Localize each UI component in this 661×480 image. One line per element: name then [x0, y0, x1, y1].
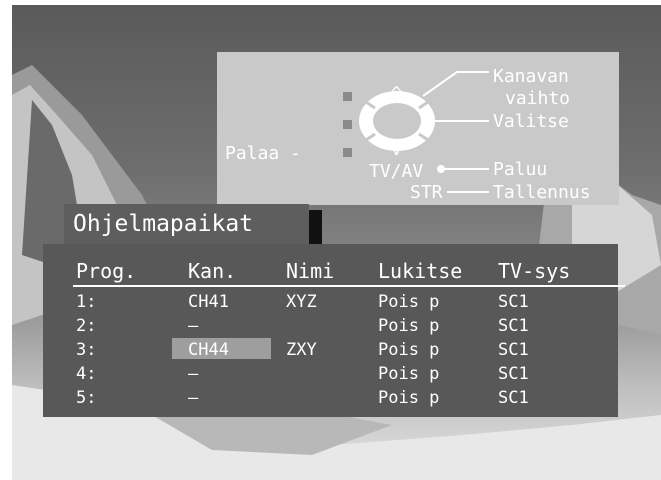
up-arrow-icon: ^ [391, 83, 402, 104]
column-header-prog: Prog. [76, 259, 137, 283]
tv-av-label: TV/AV [369, 161, 424, 182]
cell-lock[interactable]: Pois p [378, 290, 439, 314]
select-label: Valitse [493, 111, 569, 132]
cell-lock[interactable]: Pois p [378, 386, 439, 410]
down-arrow-icon: v [391, 139, 402, 160]
remote-help-panel: ^ v − + Kanavan vaihto Valitse Palaa - T… [217, 52, 619, 205]
column-header-lock: Lukitse [378, 259, 463, 283]
cell-prog: 4: [76, 364, 97, 384]
color-key-square-icon [343, 92, 352, 101]
plus-icon: + [425, 111, 436, 132]
cell-channel[interactable]: – [188, 386, 198, 410]
cell-channel[interactable]: CH41 [188, 290, 229, 314]
header-divider [73, 285, 625, 287]
back-label: Palaa - [225, 143, 301, 164]
cell-lock[interactable]: Pois p [378, 338, 439, 362]
cell-tv-sys[interactable]: SC1 [498, 362, 529, 386]
cell-channel-selected[interactable]: CH44 [188, 338, 229, 362]
program-table: Prog. Kan. Nimi Lukitse TV-sys 1: CH41 X… [43, 244, 625, 417]
cell-name[interactable]: ZXY [286, 338, 317, 362]
channel-change-label-line2: vaihto [505, 88, 571, 109]
page-title: Ohjelmapaikat [64, 204, 309, 244]
save-label: Tallennus [493, 182, 591, 203]
color-key-square-icon [343, 148, 352, 157]
cell-prog: 3: [76, 340, 97, 360]
cell-tv-sys[interactable]: SC1 [498, 386, 529, 410]
cell-tv-sys[interactable]: SC1 [498, 338, 529, 362]
cell-prog: 2: [76, 316, 97, 336]
cell-tv-sys[interactable]: SC1 [498, 290, 529, 314]
tv-screen: ^ v − + Kanavan vaihto Valitse Palaa - T… [12, 5, 661, 480]
cell-name[interactable]: XYZ [286, 290, 317, 314]
column-header-name: Nimi [286, 259, 335, 283]
cell-channel[interactable]: – [188, 362, 198, 386]
cell-prog: 5: [76, 388, 97, 408]
color-key-square-icon [343, 120, 352, 129]
return-label: Paluu [493, 159, 548, 180]
cell-tv-sys[interactable]: SC1 [498, 314, 529, 338]
column-header-tv-sys: TV-sys [498, 259, 571, 283]
column-header-channel: Kan. [188, 259, 237, 283]
cell-lock[interactable]: Pois p [378, 362, 439, 386]
str-label: STR [410, 182, 443, 203]
cell-channel[interactable]: – [188, 314, 198, 338]
cell-prog: 1: [76, 292, 97, 312]
channel-change-label-line1: Kanavan [493, 66, 569, 87]
minus-icon: − [361, 111, 372, 132]
cell-lock[interactable]: Pois p [378, 314, 439, 338]
